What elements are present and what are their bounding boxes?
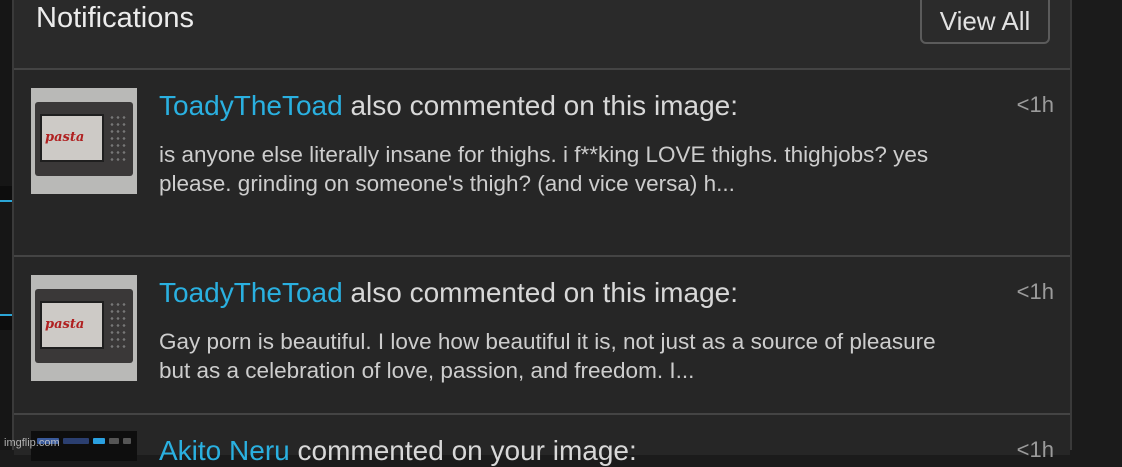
view-all-button[interactable]: View All <box>920 0 1050 44</box>
username-link[interactable]: Akito Neru <box>159 435 290 466</box>
notification-action: commented on your image: <box>289 435 637 466</box>
microwave-image: pasta <box>35 102 133 176</box>
notification-thumbnail[interactable]: pasta <box>31 88 137 194</box>
notification-item[interactable]: Akito Neru commented on your image: <1h <box>14 415 1070 466</box>
page-left-edge <box>0 0 12 450</box>
microwave-image: pasta <box>35 289 133 363</box>
left-edge-element <box>0 316 12 330</box>
comment-preview[interactable]: is anyone else literally insane for thig… <box>159 140 959 198</box>
comment-preview[interactable]: Gay porn is beautiful. I love how beauti… <box>159 327 959 385</box>
notification-time: <1h <box>1016 437 1054 462</box>
notification-headline: ToadyTheToad also commented on this imag… <box>159 90 738 122</box>
page-right-gutter <box>1072 0 1122 450</box>
watermark: imgflip.com <box>4 437 60 449</box>
notification-headline: Akito Neru commented on your image: <box>159 435 637 467</box>
thumbnail-label: pasta <box>45 317 85 332</box>
notification-item[interactable]: pasta ToadyTheToad also commented on thi… <box>14 70 1070 257</box>
left-edge-accent <box>0 200 12 202</box>
thumbnail-label: pasta <box>45 130 85 145</box>
notification-time: <1h <box>1016 92 1054 117</box>
notification-thumbnail[interactable]: pasta <box>31 275 137 381</box>
left-edge-element <box>0 186 12 200</box>
panel-header: Notifications View All <box>14 0 1070 70</box>
username-link[interactable]: ToadyTheToad <box>159 90 343 121</box>
notification-time: <1h <box>1016 279 1054 304</box>
notifications-panel: Notifications View All pasta ToadyTheToa… <box>12 0 1072 466</box>
notification-item[interactable]: pasta ToadyTheToad also commented on thi… <box>14 257 1070 415</box>
panel-title: Notifications <box>36 2 194 34</box>
notification-headline: ToadyTheToad also commented on this imag… <box>159 277 738 309</box>
username-link[interactable]: ToadyTheToad <box>159 277 343 308</box>
notification-action: also commented on this image: <box>342 277 738 308</box>
notification-action: also commented on this image: <box>342 90 738 121</box>
